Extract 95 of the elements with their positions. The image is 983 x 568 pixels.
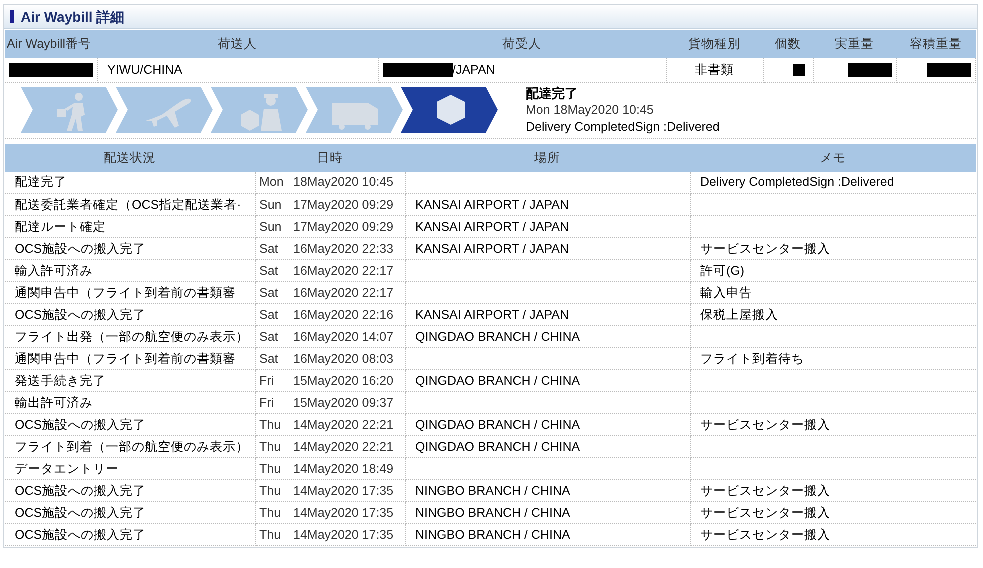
table-cell: 16May2020 22:17	[294, 284, 394, 300]
table-cell: NINGBO BRANCH / CHINA	[416, 528, 570, 542]
day-cell-text: Fri	[260, 372, 276, 388]
table-cell: OCS施設への搬入完了	[15, 242, 146, 256]
table-cell: サービスセンター搬入	[700, 506, 830, 520]
table-cell: NINGBO BRANCH / CHINA	[416, 484, 570, 498]
column-header: 場所	[534, 150, 560, 164]
table-cell: 輸入許可済み	[15, 264, 93, 278]
day-cell-text: Sat	[260, 328, 280, 344]
column-header: 荷送人	[218, 37, 257, 51]
table-cell: データエントリー	[15, 462, 119, 476]
title-marker-icon	[10, 10, 14, 23]
table-cell: 14May2020 18:49	[294, 460, 394, 476]
column-header: 荷受人	[502, 37, 542, 51]
table-cell: KANSAI AIRPORT / JAPAN	[416, 242, 570, 256]
table-cell: 配送委託業者確定（OCS指定配送業者·	[15, 198, 242, 212]
table-cell: 14May2020 17:35	[294, 482, 394, 498]
day-cell-text: Sat	[260, 284, 280, 300]
table-cell: 輸入申告	[700, 286, 752, 300]
day-cell-text: Sat	[260, 306, 280, 322]
table-cell: 輸出許可済み	[15, 396, 93, 410]
column-header: メモ	[820, 150, 846, 164]
day-cell-text: Thu	[260, 482, 282, 498]
table-cell: 配達完了	[15, 175, 67, 190]
table-cell: 15May2020 09:37	[294, 394, 394, 410]
table-cell: OCS施設への搬入完了	[15, 308, 146, 322]
table-cell: 16May2020 14:07	[294, 328, 394, 344]
day-cell-text: Fri	[260, 394, 276, 410]
column-header: 実重量	[835, 37, 874, 51]
day-cell-text: Sat	[260, 240, 280, 256]
table-cell: KANSAI AIRPORT / JAPAN	[416, 198, 570, 212]
table-cell: サービスセンター搬入	[700, 484, 830, 498]
table-cell: 許可(G)	[700, 264, 745, 278]
page-title: Air Waybill 詳細	[21, 8, 125, 24]
table-cell: フライト到着（一部の航空便のみ表示）	[15, 440, 249, 454]
table-cell: OCS施設への搬入完了	[15, 506, 146, 520]
table-cell: KANSAI AIRPORT / JAPAN	[416, 220, 570, 234]
day-cell-text: Thu	[260, 416, 282, 432]
day-cell-text: Thu	[260, 526, 282, 542]
day-cell-text: Mon	[260, 174, 285, 190]
table-cell: サービスセンター搬入	[700, 242, 830, 256]
column-header: 貨物種別	[688, 37, 740, 51]
current-memo: Delivery CompletedSign :Delivered	[526, 118, 720, 136]
table-cell: KANSAI AIRPORT / JAPAN	[416, 308, 570, 322]
table-cell: 16May2020 08:03	[294, 350, 394, 366]
table-cell: /JAPAN	[452, 62, 496, 78]
table-cell: 保税上屋搬入	[700, 308, 778, 322]
day-cell-text: Thu	[260, 438, 282, 454]
column-header: 配送状況	[104, 150, 156, 164]
current-date: Mon 18May2020 10:45	[526, 102, 655, 118]
table-cell: 15May2020 16:20	[294, 372, 394, 388]
truck-icon	[332, 103, 378, 130]
table-cell: サービスセンター搬入	[700, 528, 830, 542]
column-header: 日時	[317, 150, 343, 164]
table-cell: 17May2020 09:29	[294, 218, 394, 234]
table-cell: OCS施設への搬入完了	[15, 418, 146, 432]
table-cell: サービスセンター搬入	[700, 418, 830, 432]
table-cell: 通関申告中（フライト到着前の書類審	[15, 286, 236, 300]
flight-icon	[146, 98, 192, 128]
pickup-icon	[57, 93, 85, 131]
table-cell: QINGDAO BRANCH / CHINA	[416, 418, 580, 432]
day-cell-text: Sat	[260, 350, 280, 366]
day-cell-text: Thu	[260, 460, 282, 476]
table-cell: 発送手続き完了	[15, 374, 106, 388]
table-cell: OCS施設への搬入完了	[15, 528, 146, 542]
table-cell: 14May2020 17:35	[294, 526, 394, 542]
table-cell: 配達ルート確定	[15, 220, 106, 234]
current-status: 配達完了	[526, 84, 579, 102]
table-cell: 14May2020 17:35	[294, 504, 394, 520]
table-cell: 18May2020 10:45	[294, 174, 394, 190]
table-cell: 16May2020 22:16	[294, 306, 394, 322]
table-cell: 14May2020 22:21	[294, 416, 394, 432]
day-cell-text: Sun	[260, 196, 283, 212]
table-cell: NINGBO BRANCH / CHINA	[416, 506, 570, 520]
table-cell: フライト出発（一部の航空便のみ表示）	[15, 330, 249, 344]
day-cell-text: Thu	[260, 504, 282, 520]
table-cell: 14May2020 22:21	[294, 438, 394, 454]
column-header: 容積重量	[910, 37, 962, 51]
table-cell: フライト到着待ち	[700, 352, 804, 366]
table-cell: QINGDAO BRANCH / CHINA	[416, 330, 580, 344]
table-cell: 非書類	[695, 62, 734, 78]
day-cell-text: Sat	[260, 262, 280, 278]
table-cell: 通関申告中（フライト到着前の書類審	[15, 352, 236, 366]
table-cell: 17May2020 09:29	[294, 196, 394, 212]
column-header: 個数	[775, 37, 801, 51]
table-cell: 16May2020 22:17	[294, 262, 394, 278]
table-cell: OCS施設への搬入完了	[15, 484, 146, 498]
table-cell: 16May2020 22:33	[294, 240, 394, 256]
table-cell: Delivery CompletedSign :Delivered	[700, 175, 894, 190]
column-header: Air Waybill番号	[7, 37, 92, 51]
table-cell: YIWU/CHINA	[108, 62, 182, 78]
day-cell-text: Sun	[260, 218, 283, 234]
table-cell: QINGDAO BRANCH / CHINA	[416, 374, 580, 388]
table-cell: QINGDAO BRANCH / CHINA	[416, 440, 580, 454]
package-icon	[437, 95, 465, 125]
